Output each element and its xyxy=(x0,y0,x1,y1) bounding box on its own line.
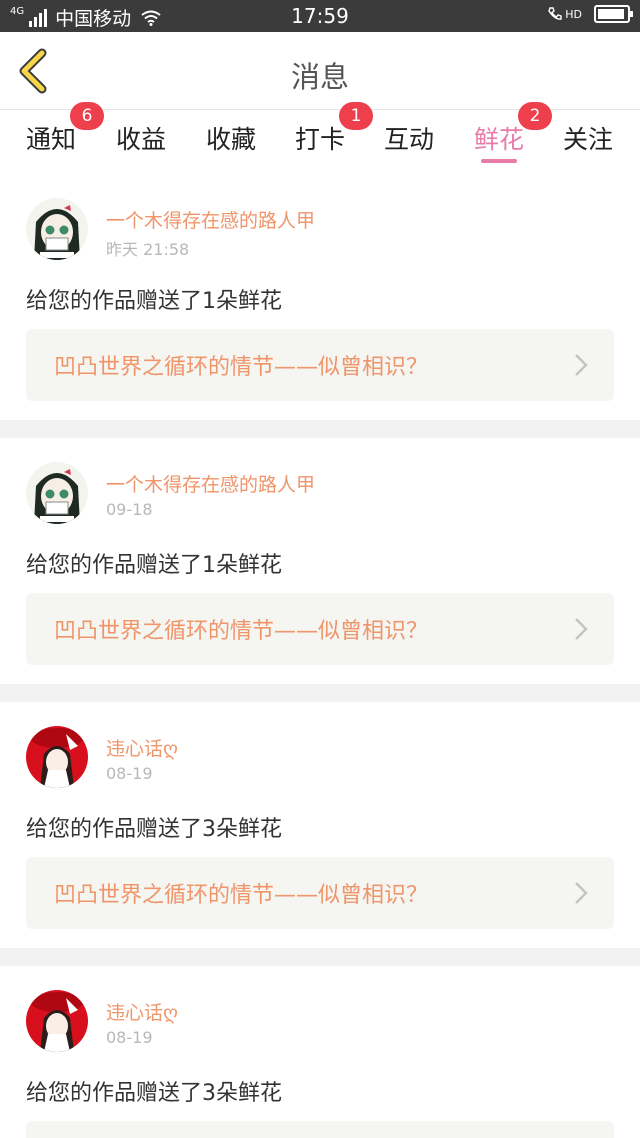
tab-interaction[interactable]: 互动 xyxy=(374,120,444,156)
sender-name[interactable]: 一个木得存在感的路人甲 xyxy=(106,470,315,497)
tab-favorites[interactable]: 收藏 xyxy=(196,120,266,156)
work-link[interactable] xyxy=(26,1121,614,1138)
work-title: 凹凸世界之循环的情节——似曾相识？ xyxy=(54,619,429,644)
tab-label: 打卡 xyxy=(294,125,345,154)
tab-label: 关注 xyxy=(562,125,613,154)
tab-earnings[interactable]: 收益 xyxy=(106,120,176,156)
sender-name[interactable]: 违心话ღ xyxy=(106,734,178,761)
notify-badge: 6 xyxy=(70,102,104,130)
message-card: 一个木得存在感的路人甲 09-18 给您的作品赠送了1朵鲜花 凹凸世界之循环的情… xyxy=(0,438,640,684)
message-text: 给您的作品赠送了1朵鲜花 xyxy=(26,289,282,314)
card-divider xyxy=(0,948,640,966)
avatar-image xyxy=(26,198,88,260)
avatar-image xyxy=(26,462,88,524)
message-card: 违心话ღ 08-19 给您的作品赠送了3朵鲜花 xyxy=(0,966,640,1138)
sender-name[interactable]: 一个木得存在感的路人甲 xyxy=(106,206,315,233)
page-title: 消息 xyxy=(290,60,349,94)
flowers-badge: 2 xyxy=(518,102,552,130)
chevron-right-icon xyxy=(575,882,588,904)
tab-following[interactable]: 关注 xyxy=(553,120,623,156)
chevron-right-icon xyxy=(575,354,588,376)
header: 消息 xyxy=(0,32,640,110)
message-text: 给您的作品赠送了3朵鲜花 xyxy=(26,817,282,842)
work-title: 凹凸世界之循环的情节——似曾相识？ xyxy=(54,883,429,908)
hd-label: HD xyxy=(565,7,582,21)
message-time: 08-19 xyxy=(106,1028,153,1047)
tab-label: 互动 xyxy=(383,125,434,154)
tab-label: 收藏 xyxy=(205,125,256,154)
card-divider xyxy=(0,684,640,702)
avatar[interactable] xyxy=(26,990,88,1052)
tab-label: 收益 xyxy=(115,125,166,154)
message-card: 违心话ღ 08-19 给您的作品赠送了3朵鲜花 凹凸世界之循环的情节——似曾相识… xyxy=(0,702,640,948)
sender-name[interactable]: 违心话ღ xyxy=(106,998,178,1025)
message-text: 给您的作品赠送了1朵鲜花 xyxy=(26,553,282,578)
active-tab-indicator xyxy=(481,159,517,163)
avatar[interactable] xyxy=(26,198,88,260)
avatar[interactable] xyxy=(26,462,88,524)
battery-icon xyxy=(594,5,633,23)
avatar-image xyxy=(26,726,88,788)
work-title: 凹凸世界之循环的情节——似曾相识？ xyxy=(54,355,429,380)
message-time: 昨天 21:58 xyxy=(106,240,190,259)
message-text: 给您的作品赠送了3朵鲜花 xyxy=(26,1081,282,1106)
card-divider xyxy=(0,420,640,438)
avatar[interactable] xyxy=(26,726,88,788)
work-link[interactable]: 凹凸世界之循环的情节——似曾相识？ xyxy=(26,857,614,929)
status-time: 17:59 xyxy=(291,4,349,28)
status-bar: 4G 中国移动 17:59 HD xyxy=(0,0,640,32)
message-time: 08-19 xyxy=(106,764,153,783)
message-time: 09-18 xyxy=(106,500,153,519)
work-link[interactable]: 凹凸世界之循环的情节——似曾相识？ xyxy=(26,593,614,665)
tab-bar: 通知 6 收益 收藏 打卡 1 互动 鲜花 2 关注 xyxy=(0,102,640,174)
status-right: HD xyxy=(547,5,633,23)
hd-call-icon: HD xyxy=(547,6,582,22)
checkin-badge: 1 xyxy=(339,102,373,130)
avatar-image xyxy=(26,990,88,1052)
message-card: 一个木得存在感的路人甲 昨天 21:58 给您的作品赠送了1朵鲜花 凹凸世界之循… xyxy=(0,174,640,420)
tab-label: 鲜花 xyxy=(473,125,524,154)
tab-label: 通知 xyxy=(25,125,76,154)
work-link[interactable]: 凹凸世界之循环的情节——似曾相识？ xyxy=(26,329,614,401)
chevron-right-icon xyxy=(575,618,588,640)
